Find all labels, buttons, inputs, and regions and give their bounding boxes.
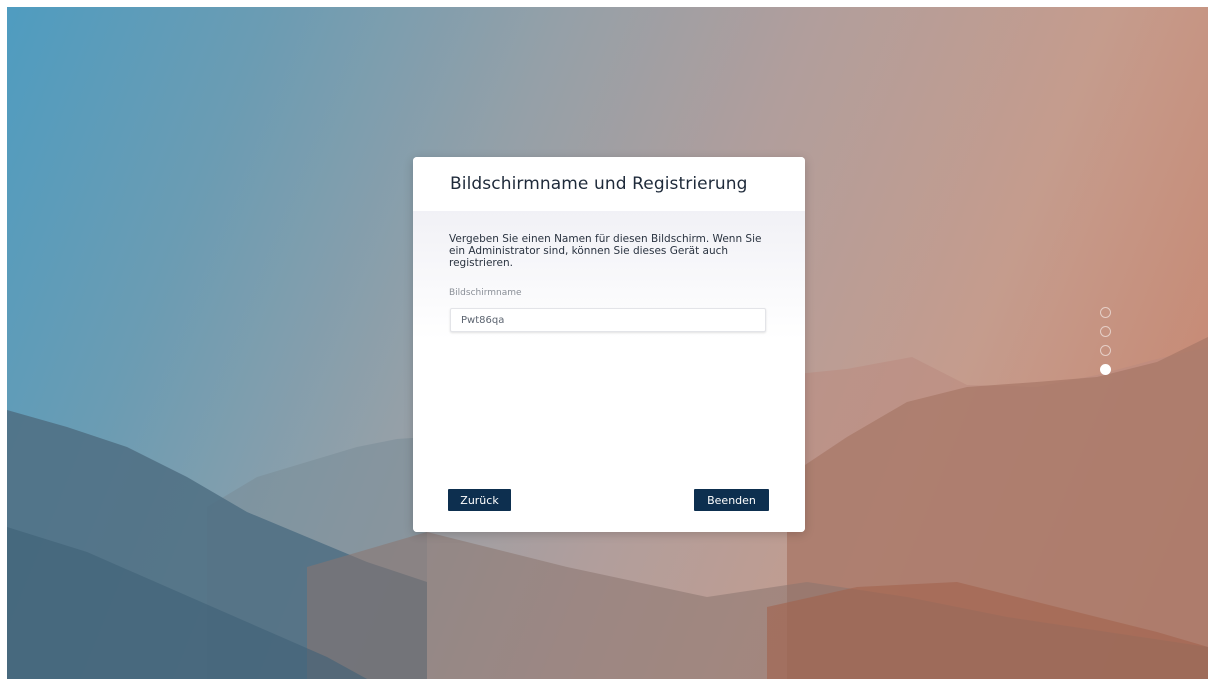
dialog-title: Bildschirmname und Registrierung	[450, 174, 748, 194]
screen-name-input[interactable]	[450, 308, 766, 332]
registration-dialog: Bildschirmname und Registrierung Vergebe…	[413, 157, 805, 532]
back-button[interactable]: Zurück	[448, 489, 511, 511]
step-dot-2	[1100, 326, 1111, 337]
dialog-body: Vergeben Sie einen Namen für diesen Bild…	[413, 211, 805, 532]
step-indicator	[1100, 307, 1114, 383]
finish-button[interactable]: Beenden	[694, 489, 769, 511]
step-dot-4-active	[1100, 364, 1111, 375]
step-dot-3	[1100, 345, 1111, 356]
step-dot-1	[1100, 307, 1111, 318]
screen-name-label: Bildschirmname	[449, 288, 522, 298]
dialog-description: Vergeben Sie einen Namen für diesen Bild…	[449, 233, 762, 269]
dialog-header: Bildschirmname und Registrierung	[413, 157, 805, 211]
setup-screen: Bildschirmname und Registrierung Vergebe…	[7, 7, 1208, 679]
